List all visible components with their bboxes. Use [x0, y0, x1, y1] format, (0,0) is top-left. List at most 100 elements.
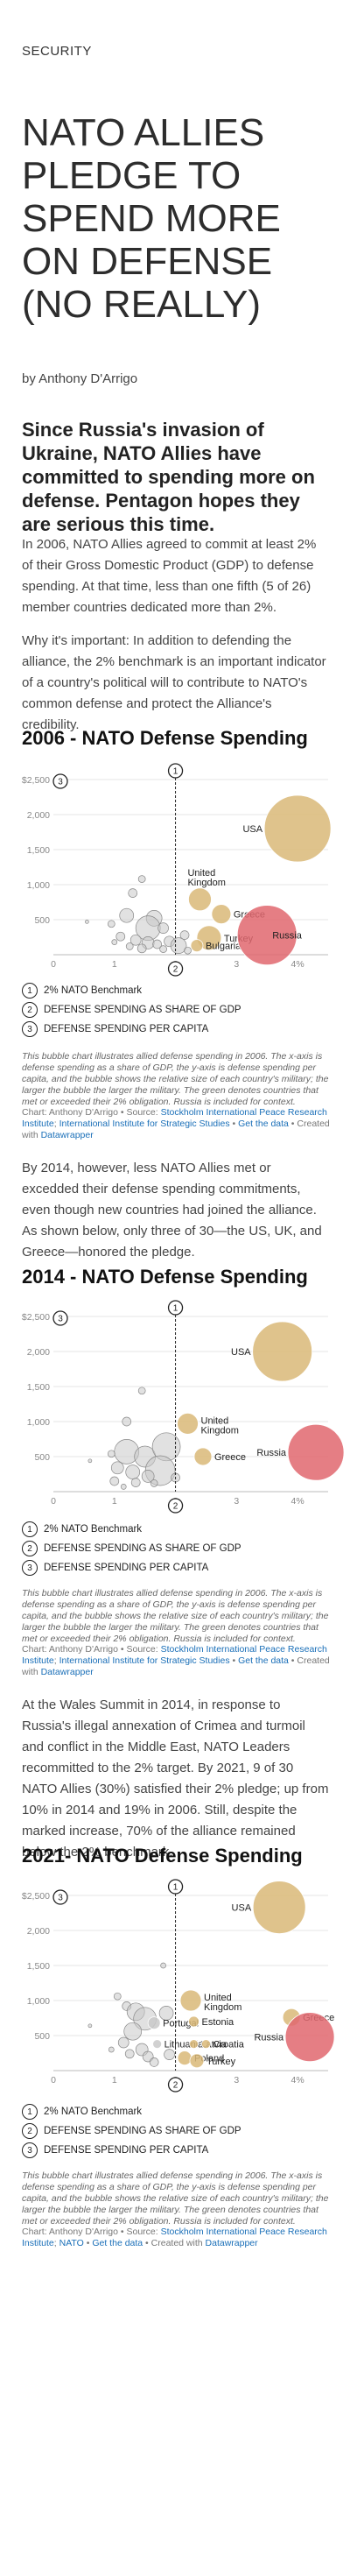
legend-item-benchmark: 1 2% NATO Benchmark [22, 1520, 332, 1539]
country-label: USA [231, 1347, 251, 1358]
country-bubble [122, 1416, 132, 1427]
bubble-chart-2006: $2,500 2,000 1,500 1,000 500 0 1 2 3 4% USA UnitedK… [22, 760, 332, 979]
legend-label: 2% NATO Benchmark [44, 985, 143, 996]
country-label: Turkey [206, 2057, 236, 2067]
x-tick-label: 4% [291, 1496, 304, 1507]
article-deck: Since Russia's invasion of Ukraine, NATO… [22, 419, 315, 535]
source-separator: • [83, 2238, 93, 2248]
paragraph-2014: By 2014, however, less NATO Allies met o… [22, 1161, 322, 1260]
country-bubble [85, 920, 89, 924]
legend-label: DEFENSE SPENDING AS SHARE OF GDP [44, 2126, 242, 2136]
marker-3-icon: 3 [22, 2142, 38, 2158]
country-label: USA [242, 824, 262, 835]
y-tick-label: 1,500 [27, 845, 50, 856]
paragraph-importance: Why it's important: In addition to defen… [22, 633, 326, 732]
country-bubble [287, 1423, 345, 1481]
bubble-chart-2006-svg: $2,500 2,000 1,500 1,000 500 0 1 2 3 4% USA UnitedK… [22, 763, 332, 977]
y-tick-label: 2,000 [27, 1347, 50, 1358]
x-tick-label: 1 [112, 959, 117, 970]
get-data-link[interactable]: Get the data [238, 1119, 289, 1129]
datawrapper-link[interactable]: Datawrapper [206, 2238, 258, 2248]
country-label: Greece [214, 1452, 246, 1463]
country-bubble [88, 1458, 93, 1464]
country-bubble [179, 1989, 202, 2012]
country-bubble [149, 2057, 159, 2067]
legend-item-gdp-share: 2 DEFENSE SPENDING AS SHARE OF GDP [22, 1539, 332, 1558]
marker-1-icon: 1 [22, 983, 38, 999]
marker-2-icon: 2 [22, 1002, 38, 1018]
country-bubble [137, 1387, 146, 1395]
bubble-chart-2014-svg: $2,500 2,000 1,500 1,000 500 0 1 2 3 4% USA UnitedK… [22, 1300, 345, 1514]
marker-1-icon-label: 1 [173, 1883, 178, 1893]
country-bubble [120, 1484, 127, 1490]
y-tick-label: 500 [34, 1452, 50, 1463]
country-bubble [124, 2049, 135, 2059]
source-created: • Created with [143, 2238, 206, 2248]
country-bubble [252, 1881, 306, 1934]
x-tick-label: 1 [112, 2075, 117, 2086]
bubble-chart-2021: $2,500 2,000 1,500 1,000 500 0 1 2 3 4% USA UnitedK… [22, 1876, 335, 2095]
marker-1-icon: 1 [22, 2104, 38, 2120]
source-link-iiss[interactable]: International Institute for Strategic St… [60, 1119, 230, 1129]
source-link-iiss[interactable]: International Institute for Strategic St… [60, 1655, 230, 1666]
chart-note-2006: This bubble chart illustrates allied def… [22, 1051, 329, 1107]
source-separator: • [229, 1119, 239, 1129]
marker-2-icon-label: 2 [173, 2081, 178, 2091]
country-bubble [109, 1476, 120, 1486]
country-bubble [110, 1461, 124, 1475]
country-bubble [188, 887, 212, 912]
get-data-link[interactable]: Get the data [238, 1655, 289, 1666]
country-bubble [179, 930, 190, 940]
country-bubble [137, 875, 146, 883]
section-kicker: SECURITY [22, 44, 92, 59]
y-tick-label: 500 [34, 915, 50, 926]
bubble-chart-2021-svg: $2,500 2,000 1,500 1,000 500 0 1 2 3 4% USA UnitedK… [22, 1879, 335, 2093]
x-tick-label: 0 [51, 1496, 56, 1507]
bubble-chart-2014: $2,500 2,000 1,500 1,000 500 0 1 2 3 4% USA UnitedK… [22, 1297, 345, 1516]
country-bubble [111, 939, 118, 945]
y-tick-label: $2,500 [22, 1891, 50, 1902]
country-bubble [136, 943, 147, 954]
datawrapper-link[interactable]: Datawrapper [41, 1130, 94, 1140]
x-tick-label: 1 [112, 1496, 117, 1507]
country-bubble [189, 2039, 199, 2050]
legend-item-benchmark: 1 2% NATO Benchmark [22, 2102, 332, 2121]
chart-legend-2006: 1 2% NATO Benchmark 2 DEFENSE SPENDING AS … [22, 981, 332, 1039]
country-bubble [123, 2022, 143, 2041]
country-bubble [158, 922, 169, 934]
country-bubble [164, 2049, 175, 2060]
legend-label: DEFENSE SPENDING PER CAPITA [44, 2145, 209, 2156]
get-data-link[interactable]: Get the data [92, 2238, 143, 2248]
country-bubble [177, 2050, 192, 2066]
datawrapper-link[interactable]: Datawrapper [41, 1667, 94, 1677]
article-title: NATO ALLIES PLEDGE TO SPEND MORE ON DEFE… [22, 111, 281, 326]
legend-label: DEFENSE SPENDING AS SHARE OF GDP [44, 1543, 242, 1554]
x-tick-label: 4% [291, 2075, 304, 2086]
country-bubble [160, 1962, 166, 1969]
source-prefix: Chart: Anthony D'Arrigo • Source: [22, 2227, 161, 2237]
y-tick-label: 1,500 [27, 1961, 50, 1972]
country-bubble [211, 904, 232, 925]
marker-3-icon: 3 [22, 1560, 38, 1576]
country-bubble [116, 931, 126, 942]
legend-item-gdp-share: 2 DEFENSE SPENDING AS SHARE OF GDP [22, 1000, 332, 1020]
country-bubble [107, 920, 116, 928]
marker-1-icon-label: 1 [173, 1304, 178, 1314]
country-bubble [150, 1479, 158, 1487]
byline: by Anthony D'Arrigo [22, 371, 138, 386]
country-label-line: Kingdom [201, 1425, 239, 1436]
legend-item-per-capita: 3 DEFENSE SPENDING PER CAPITA [22, 2141, 332, 2160]
legend-item-gdp-share: 2 DEFENSE SPENDING AS SHARE OF GDP [22, 2121, 332, 2141]
marker-3-icon: 3 [22, 1021, 38, 1037]
country-bubble [130, 1478, 141, 1487]
country-bubble [177, 1412, 199, 1435]
chart-legend-2014: 1 2% NATO Benchmark 2 DEFENSE SPENDING AS … [22, 1520, 332, 1577]
source-link-nato[interactable]: NATO [60, 2238, 84, 2248]
y-tick-label: 1,000 [27, 1996, 50, 2007]
country-bubble [107, 1450, 116, 1458]
country-label: Croatia [213, 2040, 244, 2050]
chart-source-2006: Chart: Anthony D'Arrigo • Source: Stockh… [22, 1107, 332, 1141]
country-bubble [125, 1464, 141, 1479]
y-tick-label: 500 [34, 2031, 50, 2042]
y-tick-label: 2,000 [27, 1926, 50, 1937]
